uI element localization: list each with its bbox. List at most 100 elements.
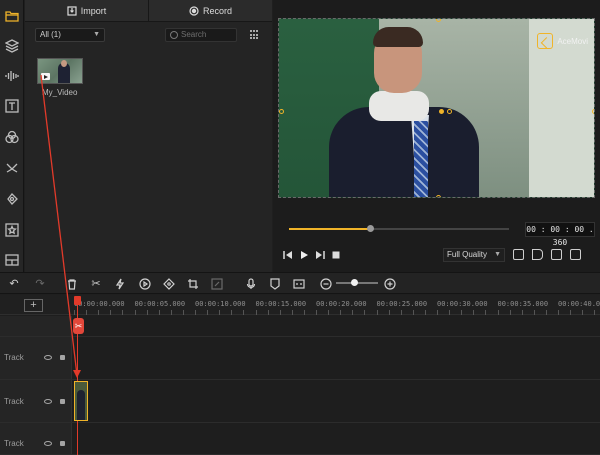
microphone-icon[interactable] [245, 278, 257, 290]
track-row[interactable]: Track [0, 423, 600, 455]
crop-icon[interactable] [187, 278, 199, 290]
record-label: Record [202, 5, 232, 16]
resize-handle[interactable] [592, 109, 594, 114]
chevron-down-icon: ▼ [494, 251, 501, 258]
track-header: Track [0, 337, 72, 379]
effects-icon[interactable] [2, 189, 22, 209]
ruler-tick [376, 310, 378, 315]
progress-knob[interactable] [367, 225, 375, 232]
track-name: Track [4, 439, 24, 448]
zoom-in-icon[interactable] [384, 278, 396, 290]
play-icon[interactable] [299, 250, 309, 260]
ruler-tick [219, 310, 221, 315]
split-icon[interactable]: ✂ [90, 278, 102, 290]
add-track-button[interactable]: + [24, 299, 43, 312]
timeline: + 00:00:00.000 00:00:05.000 00:00:10.000 00… [0, 295, 600, 455]
lock-icon[interactable] [60, 355, 65, 360]
keyframe-icon[interactable] [163, 278, 175, 290]
ruler-tick [328, 310, 330, 315]
ruler-tick [279, 310, 281, 315]
volume-icon[interactable] [532, 249, 543, 260]
speed-icon[interactable] [114, 278, 126, 290]
ruler-time-label: 00:00:15.000 [255, 300, 307, 308]
timeline-row-top [0, 316, 600, 337]
undo-icon[interactable]: ↶ [8, 278, 20, 290]
previous-frame-icon[interactable] [283, 250, 293, 260]
ruler-time-label: 00:00:00.000 [74, 300, 125, 308]
next-frame-icon[interactable] [315, 250, 325, 260]
track-name: Track [4, 397, 24, 406]
rotate-handle[interactable] [439, 109, 444, 114]
track-row[interactable]: Track [0, 380, 600, 423]
quality-value: Full Quality [447, 250, 488, 259]
audio-wave-icon[interactable] [2, 66, 22, 86]
zoom-out-icon[interactable] [320, 278, 332, 290]
search-placeholder: Search [181, 30, 207, 39]
layers-icon[interactable] [2, 36, 22, 56]
delete-icon[interactable] [66, 278, 78, 290]
ruler-time-label: 00:00:05.000 [134, 300, 186, 308]
stop-icon[interactable] [331, 250, 341, 260]
import-icon [67, 5, 77, 16]
record-button[interactable]: Record [149, 0, 272, 21]
transitions-icon[interactable] [2, 158, 22, 178]
text-icon[interactable] [2, 96, 22, 116]
media-item-name: My_Video [42, 88, 78, 97]
split-at-playhead-icon[interactable]: ✂ [73, 318, 84, 334]
resize-handle[interactable] [279, 109, 284, 114]
media-filter-select[interactable]: All (1) ▼ [35, 28, 105, 42]
left-sidebar [0, 0, 24, 272]
quality-select[interactable]: Full Quality ▼ [443, 248, 505, 262]
filters-icon[interactable] [2, 127, 22, 147]
preview-progress-bar[interactable] [289, 225, 509, 232]
lock-icon[interactable] [60, 441, 65, 446]
fullscreen-icon[interactable] [570, 249, 581, 260]
timeline-clip[interactable] [74, 381, 88, 421]
eye-icon[interactable] [44, 399, 52, 404]
media-panel: Import Record All (1) ▼ Search My_Video [25, 0, 272, 272]
video-preview[interactable]: AceMovi [278, 18, 595, 198]
ruler-tick [412, 310, 414, 315]
ruler-tick [98, 310, 100, 315]
ruler-tick [461, 310, 463, 315]
track-row[interactable]: Track [0, 337, 600, 380]
timeline-toolbar: ↶ ↷ ✂ [0, 272, 600, 294]
acemovi-logo-icon [537, 33, 554, 49]
grid-view-icon[interactable] [250, 30, 260, 40]
playback-speed-icon[interactable] [139, 278, 151, 290]
aspect-ratio-icon[interactable] [551, 249, 562, 260]
video-type-icon [41, 73, 50, 80]
edit-icon[interactable] [211, 278, 223, 290]
import-button[interactable]: Import [25, 0, 149, 21]
track-header: Track [0, 423, 72, 454]
eye-icon[interactable] [44, 355, 52, 360]
ruler-tick [170, 310, 172, 315]
preview-tools [513, 249, 581, 260]
resize-handle[interactable] [436, 195, 441, 197]
ruler-tick [291, 310, 293, 315]
media-search-input[interactable]: Search [165, 28, 237, 42]
redo-icon[interactable]: ↷ [34, 278, 46, 290]
ruler-tick [558, 310, 559, 315]
ruler-tick [497, 310, 499, 315]
playhead-handle[interactable] [74, 296, 81, 305]
ruler-tick [594, 310, 596, 315]
ruler-tick [316, 310, 317, 315]
subtitle-icon[interactable] [293, 278, 305, 290]
filter-value: All (1) [40, 30, 61, 39]
eye-icon[interactable] [44, 441, 52, 446]
resize-handle[interactable] [447, 109, 452, 114]
marker-icon[interactable] [269, 278, 281, 290]
split-screen-icon[interactable] [2, 250, 22, 270]
media-thumbnail[interactable] [37, 58, 83, 84]
ruler-tick [364, 310, 366, 315]
ruler-tick [86, 310, 88, 315]
ruler-tick [521, 310, 523, 315]
snapshot-icon[interactable] [513, 249, 524, 260]
media-folder-icon[interactable] [2, 6, 22, 26]
zoom-slider-knob[interactable] [351, 279, 358, 286]
elements-icon[interactable] [2, 220, 22, 240]
lock-icon[interactable] [60, 399, 65, 404]
timeline-ruler[interactable]: + 00:00:00.000 00:00:05.000 00:00:10.000 00… [0, 295, 600, 315]
ruler-tick [340, 310, 342, 315]
